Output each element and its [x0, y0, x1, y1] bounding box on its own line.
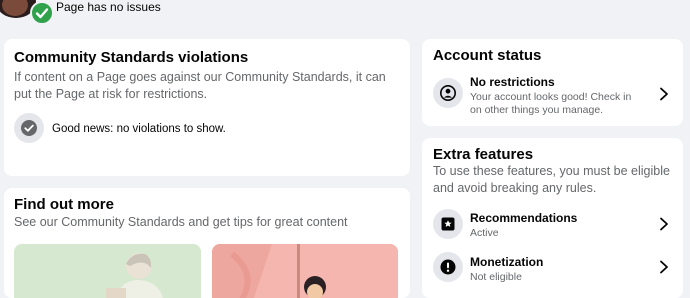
- find-out-more-card: Find out more See our Community Standard…: [4, 188, 410, 298]
- check-circle-icon: [21, 120, 37, 136]
- content-tips-illustration: [212, 244, 398, 298]
- extra-features-description: To use these features, you must be eligi…: [433, 164, 670, 195]
- recommendations-icon-circle: [433, 209, 463, 239]
- monetization-icon-circle: [433, 252, 463, 282]
- check-badge-icon: [30, 1, 54, 25]
- feature-title-recommendations: Recommendations: [470, 211, 578, 225]
- violations-title: Community Standards violations: [14, 49, 249, 66]
- chevron-right-icon: [660, 260, 668, 274]
- account-icon: [440, 85, 456, 101]
- violations-status-text: Good news: no violations to show.: [52, 123, 226, 135]
- chevron-right-icon: [660, 217, 668, 231]
- violations-card: Community Standards violations If conten…: [4, 39, 410, 176]
- community-standards-illustration: [14, 244, 201, 298]
- account-status-title: Account status: [433, 47, 542, 64]
- exclamation-icon: [440, 259, 456, 275]
- feature-row-recommendations[interactable]: Recommendations Active: [422, 206, 683, 246]
- account-icon-circle: [433, 78, 463, 108]
- extra-features-card: Extra features To use these features, yo…: [422, 138, 683, 298]
- feature-status-recommendations: Active: [470, 227, 499, 239]
- page-status-bar: Page has no issues: [0, 0, 690, 25]
- find-out-more-title: Find out more: [14, 196, 114, 213]
- content-tips-image-card[interactable]: [212, 244, 398, 298]
- feature-status-monetization: Not eligible: [470, 271, 522, 283]
- page-status-text: Page has no issues: [56, 0, 161, 14]
- feature-row-monetization[interactable]: Monetization Not eligible: [422, 250, 683, 290]
- violations-status-circle: [14, 113, 44, 143]
- extra-features-title: Extra features: [433, 146, 534, 163]
- account-status-row[interactable]: No restrictions Your account looks good!…: [422, 69, 683, 121]
- feature-title-monetization: Monetization: [470, 255, 544, 269]
- violations-description: If content on a Page goes against our Co…: [14, 70, 386, 101]
- community-standards-image-card[interactable]: [14, 244, 201, 298]
- recommendations-icon: [441, 217, 455, 231]
- account-status-item-title: No restrictions: [470, 75, 555, 89]
- account-status-item-sub: Your account looks good! Check in on oth…: [470, 91, 632, 116]
- find-out-more-description: See our Community Standards and get tips…: [14, 215, 348, 229]
- chevron-right-icon: [660, 87, 668, 101]
- account-status-card: Account status No restrictions Your acco…: [422, 39, 683, 126]
